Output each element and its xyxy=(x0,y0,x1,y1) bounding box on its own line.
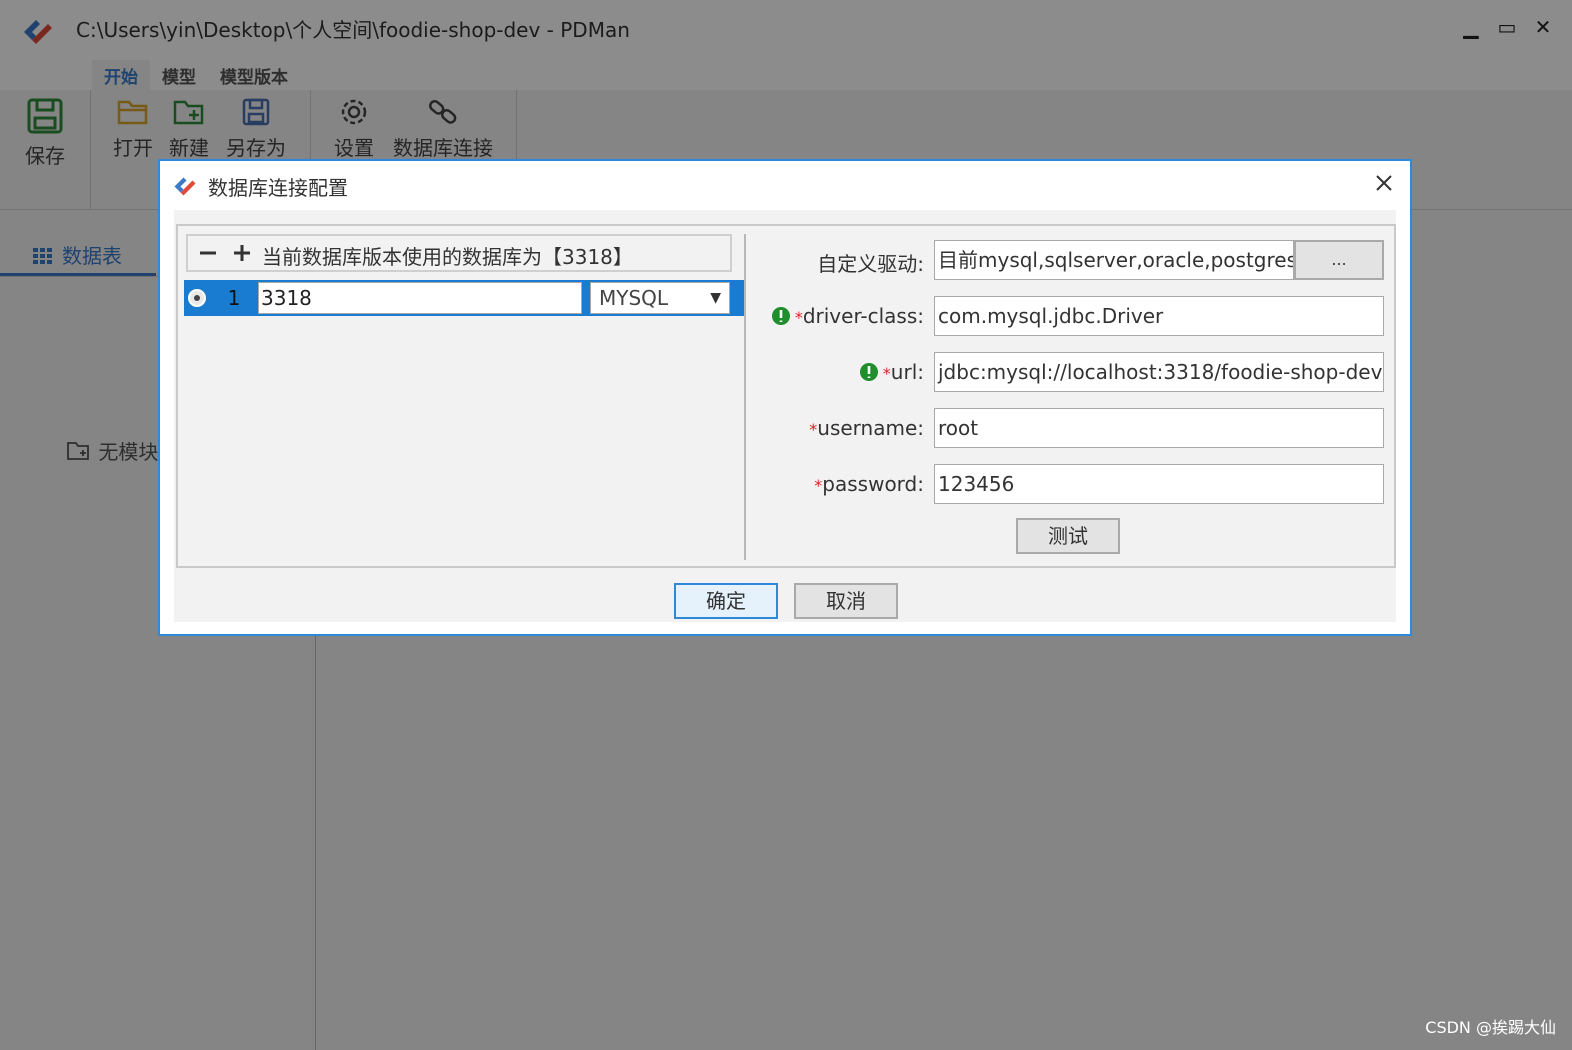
url-input[interactable]: jdbc:mysql://localhost:3318/foodie-shop-… xyxy=(934,352,1384,392)
driver-class-label: *driver-class: xyxy=(771,304,924,328)
cancel-button[interactable]: 取消 xyxy=(794,583,898,619)
username-label-text: username: xyxy=(817,416,924,440)
url-label-text: url: xyxy=(890,360,924,384)
watermark: CSDN @挨踢大仙 xyxy=(1425,1018,1556,1037)
driver-label-text: 自定义驱动: xyxy=(817,252,924,276)
password-label: *password: xyxy=(814,472,924,496)
minus-icon[interactable] xyxy=(196,241,220,265)
driver-class-input[interactable]: com.mysql.jdbc.Driver xyxy=(934,296,1384,336)
db-list-toolbar: 当前数据库版本使用的数据库为【3318】 xyxy=(186,234,732,272)
row-index: 1 xyxy=(227,286,241,310)
db-connection-dialog: 数据库连接配置 当前数据库版本使用的数据库为【3318】 1 3318 MYSQ xyxy=(158,159,1412,636)
panel-splitter[interactable] xyxy=(744,234,746,560)
required-mark: * xyxy=(882,364,891,383)
password-label-text: password: xyxy=(822,472,924,496)
row-select-radio[interactable] xyxy=(188,289,206,307)
username-input[interactable]: root xyxy=(934,408,1384,448)
browse-driver-button[interactable]: ... xyxy=(1294,240,1384,280)
required-mark: * xyxy=(794,308,803,327)
current-db-text: 当前数据库版本使用的数据库为【3318】 xyxy=(262,245,633,269)
password-input[interactable]: 123456 xyxy=(934,464,1384,504)
dialog-content-frame: 当前数据库版本使用的数据库为【3318】 1 3318 MYSQL ▼ 自定义驱… xyxy=(176,224,1396,568)
pdman-logo-icon xyxy=(174,177,196,196)
warning-icon xyxy=(771,307,790,325)
db-name-input[interactable]: 3318 xyxy=(258,282,582,314)
plus-icon[interactable] xyxy=(230,241,254,265)
close-icon[interactable] xyxy=(1370,169,1398,197)
dialog-body: 当前数据库版本使用的数据库为【3318】 1 3318 MYSQL ▼ 自定义驱… xyxy=(174,210,1396,622)
driver-input[interactable]: 目前mysql,sqlserver,oracle,postgresql无 xyxy=(934,240,1294,280)
dialog-title: 数据库连接配置 xyxy=(208,176,348,200)
db-type-select[interactable]: MYSQL ▼ xyxy=(590,282,730,314)
warning-icon xyxy=(859,363,878,381)
chevron-down-icon: ▼ xyxy=(710,290,721,306)
table-row[interactable]: 1 3318 MYSQL ▼ xyxy=(184,280,744,316)
ok-button[interactable]: 确定 xyxy=(674,583,778,619)
db-type-value: MYSQL xyxy=(599,286,669,310)
test-connection-button[interactable]: 测试 xyxy=(1016,518,1120,554)
url-label: *url: xyxy=(859,360,924,384)
username-label: *username: xyxy=(809,416,924,440)
driver-class-label-text: driver-class: xyxy=(802,304,924,328)
driver-label: 自定义驱动: xyxy=(817,248,924,277)
